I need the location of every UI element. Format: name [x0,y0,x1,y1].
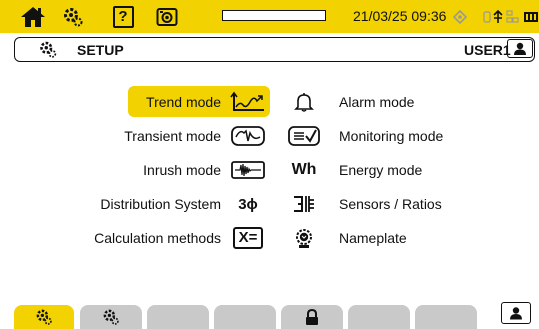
user-icon [514,42,526,55]
lock-icon [306,308,318,325]
menu-item-label: Distribution System [100,196,221,212]
calculation-icon: X= [229,226,267,250]
tab-empty-4[interactable] [415,305,477,329]
menu-item-label: Transient mode [124,128,221,144]
menu-item-label: Inrush mode [143,162,221,178]
tab-empty-3[interactable] [348,305,410,329]
sensors-icon [285,192,323,216]
user-icon [510,306,522,319]
menu-item-trend-mode[interactable]: Trend mode [0,87,280,117]
menu-item-distribution-system[interactable]: Distribution System 3ϕ [0,189,280,219]
menu-item-calculation-methods[interactable]: Calculation methods X= [0,223,280,253]
nameplate-icon [285,226,323,250]
menu-item-label: Sensors / Ratios [339,196,442,212]
inrush-icon [229,158,267,182]
menu-item-label: Monitoring mode [339,128,444,144]
user-name: USER1 [464,42,511,58]
menu-item-transient-mode[interactable]: Transient mode [0,121,280,151]
help-icon: ? [112,5,134,28]
menu-item-label: Energy mode [339,162,423,178]
datetime: 21/03/25 09:36 [353,8,447,24]
transient-icon [229,124,267,148]
tab-setup-2[interactable] [80,305,142,329]
page-header: SETUP USER1 [14,37,535,62]
gear-icon[interactable] [60,0,86,33]
tab-setup[interactable] [14,305,74,329]
menu-item-monitoring-mode[interactable]: Monitoring mode [285,121,465,151]
menu-item-sensors-ratios[interactable]: Sensors / Ratios [285,189,465,219]
page-title: SETUP [77,42,124,58]
tab-empty-1[interactable] [147,305,209,329]
battery-icon [523,0,539,33]
trend-icon [229,90,267,114]
gear-icon [38,40,58,64]
user-tab-button[interactable] [501,302,531,324]
menu-item-label: Alarm mode [339,94,415,110]
menu-item-inrush-mode[interactable]: Inrush mode [0,155,280,185]
energy-icon: Wh [291,161,317,178]
menu-item-energy-mode[interactable]: Wh Energy mode [285,155,465,185]
menu-item-label: Nameplate [339,230,407,246]
status-bar: ? 21/03/25 09:36 [0,0,539,33]
gear-icon [103,309,119,325]
diamond-icon [450,0,470,33]
menu-item-nameplate[interactable]: Nameplate [285,223,465,253]
memory-progress-bar [222,10,326,21]
menu-item-label: Trend mode [146,94,221,110]
tab-lock[interactable] [281,305,343,329]
calculation-icon-text: X= [232,227,264,249]
menu-item-alarm-mode[interactable]: Alarm mode [285,87,465,117]
help-button[interactable]: ? [112,0,134,33]
bottom-tab-bar [0,300,539,329]
bell-icon [285,90,323,114]
home-icon[interactable] [18,0,48,33]
usb-network-icon [482,0,522,33]
user-button[interactable] [507,39,533,58]
monitoring-icon [285,124,323,148]
camera-icon[interactable] [153,0,181,33]
three-phase-icon: 3ϕ [238,195,258,213]
menu-item-label: Calculation methods [94,230,221,246]
tab-empty-2[interactable] [214,305,276,329]
gear-icon [36,309,52,325]
